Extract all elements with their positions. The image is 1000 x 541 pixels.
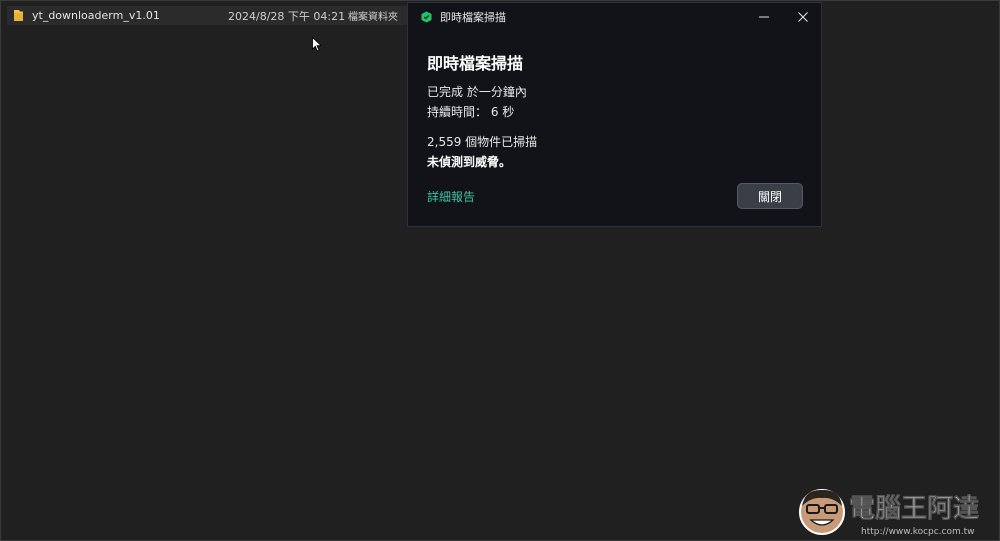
minimize-button[interactable] [744,3,784,31]
mascot-face-icon [799,489,845,535]
scan-result-text: 未偵測到威脅。 [427,155,512,169]
shield-icon [421,11,432,23]
detailed-report-link[interactable]: 詳細報告 [427,188,475,205]
close-icon [798,12,808,22]
scan-dialog: 即時檔案掃描 即時檔案掃描 已完成 於一分鐘內 持續時間： 6 秒 2,559 … [407,2,822,227]
file-name: yt_downloaderm_v1.01 [32,9,160,22]
close-window-button[interactable] [783,3,823,31]
window-title: 即時檔案掃描 [440,11,506,24]
mouse-cursor-icon [312,37,322,52]
dialog-heading: 即時檔案掃描 [427,54,524,73]
scan-completed-text: 已完成 於一分鐘內 [427,85,527,99]
close-button[interactable]: 關閉 [737,183,803,209]
minimize-icon [759,16,769,18]
folder-icon [14,10,23,21]
file-modified-date: 2024/8/28 下午 04:21 [228,9,346,23]
scanned-count-text: 2,559 個物件已掃描 [427,135,538,149]
file-list-row[interactable]: yt_downloaderm_v1.01 2024/8/28 下午 04:21 … [7,6,407,25]
file-type: 檔案資料夾 [348,12,398,23]
dialog-titlebar[interactable]: 即時檔案掃描 [408,3,821,31]
watermark-text: 電腦王阿達 [849,494,979,524]
scan-duration-text: 持續時間： 6 秒 [427,105,515,119]
watermark-url: http://www.kocpc.com.tw [861,527,975,537]
watermark-logo: 電腦王阿達 http://www.kocpc.com.tw [799,489,979,537]
